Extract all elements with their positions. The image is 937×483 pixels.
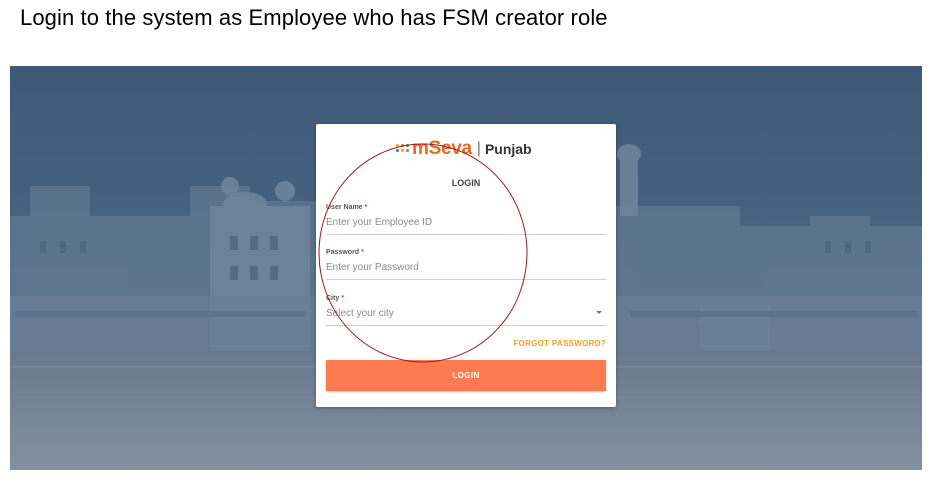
login-button[interactable]: LOGIN xyxy=(326,360,606,391)
city-label: City xyxy=(326,295,340,302)
login-heading: LOGIN xyxy=(451,178,481,188)
forgot-password-link[interactable]: FORGOT PASSWORD? xyxy=(513,339,606,348)
required-mark: * xyxy=(364,204,368,211)
city-field[interactable]: City * xyxy=(326,295,606,326)
field-underline xyxy=(326,278,606,280)
brand-name: mSeva xyxy=(412,138,472,159)
brand-separator: | xyxy=(476,140,481,157)
username-field: User Name * xyxy=(326,204,606,235)
login-card: mSeva | Punjab LOGIN User Name * Passwor… xyxy=(316,124,616,407)
password-label: Password xyxy=(326,249,360,256)
username-label: User Name xyxy=(326,204,363,211)
city-select[interactable] xyxy=(326,307,606,319)
username-input[interactable] xyxy=(326,216,606,228)
chevron-down-icon[interactable] xyxy=(596,311,602,314)
instruction-text: Login to the system as Employee who has … xyxy=(20,5,608,30)
password-field: Password * xyxy=(326,249,606,280)
required-mark: * xyxy=(341,295,344,302)
field-underline xyxy=(326,233,606,235)
brand-state: Punjab xyxy=(484,141,532,157)
field-underline xyxy=(326,324,606,326)
password-input[interactable] xyxy=(326,261,606,273)
mseva-logo-icon xyxy=(396,142,410,156)
required-mark: * xyxy=(361,249,364,256)
brand-logo: mSeva | Punjab xyxy=(396,138,532,160)
login-page-screenshot: mSeva | Punjab LOGIN User Name * Passwor… xyxy=(10,66,922,470)
